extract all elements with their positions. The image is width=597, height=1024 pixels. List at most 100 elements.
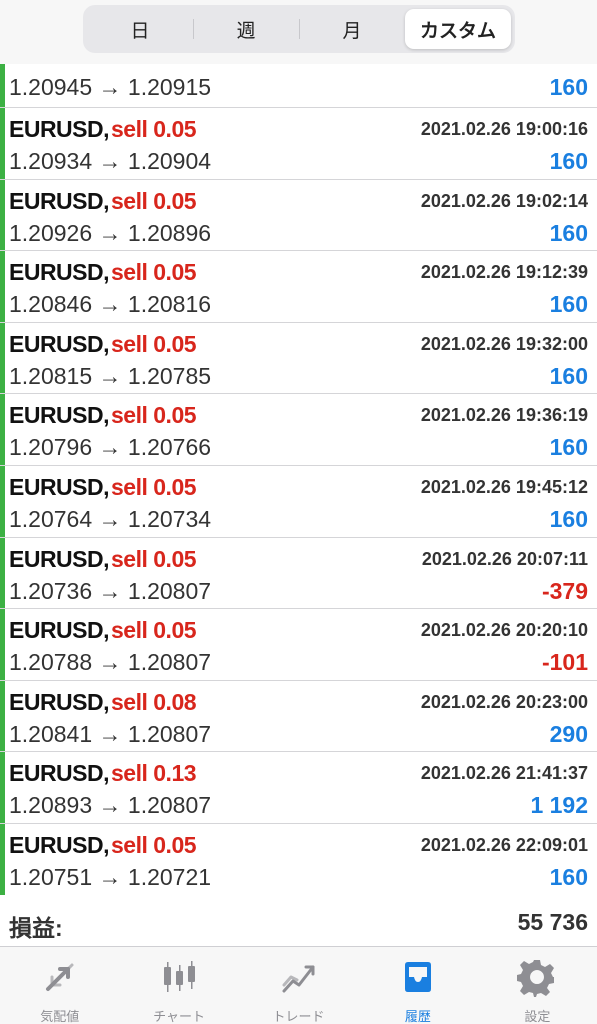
trade-profit: 160 xyxy=(549,291,588,318)
trade-side: sell 0.08 xyxy=(111,688,197,715)
trade-symbol-side: EURUSD,sell 0.05 xyxy=(9,473,197,501)
trade-symbol: EURUSD, xyxy=(9,617,110,644)
trade-symbol-side: EURUSD,sell 0.05 xyxy=(9,187,197,215)
trade-side: sell 0.05 xyxy=(111,402,197,429)
trade-symbol: EURUSD, xyxy=(9,402,110,429)
trade-side: sell 0.05 xyxy=(111,831,197,858)
trade-prices: 1.20841 → 1.20807 xyxy=(9,720,212,747)
trade-row[interactable]: 1.20945 → 1.20915 160 xyxy=(0,64,597,108)
trade-side: sell 0.05 xyxy=(111,187,197,214)
trade-symbol-side: EURUSD,sell 0.05 xyxy=(9,116,197,143)
chart-icon xyxy=(159,957,199,1002)
trade-profit: -101 xyxy=(541,649,588,676)
trade-symbol-side: EURUSD,sell 0.05 xyxy=(9,831,197,859)
trade-row[interactable]: EURUSD,sell 0.08 2021.02.26 20:23:00 1.208… xyxy=(0,680,597,753)
trade-time: 2021.02.26 22:09:01 xyxy=(420,834,588,855)
tab-label: 履歴 xyxy=(404,1009,431,1024)
profit-value: 55 736 xyxy=(517,909,588,935)
trade-icon xyxy=(279,957,319,1002)
tab-quotes[interactable]: 気配値 xyxy=(0,947,119,1024)
period-segmented-control: 日週月カスタム xyxy=(83,5,515,53)
trade-profit: 160 xyxy=(549,74,588,100)
trade-prices: 1.20815 → 1.20785 xyxy=(9,362,212,389)
trade-symbol-side: EURUSD,sell 0.05 xyxy=(9,259,197,286)
trade-row[interactable]: EURUSD,sell 0.05 2021.02.26 20:07:11 1.207… xyxy=(0,537,597,610)
tab-settings[interactable]: 設定 xyxy=(478,947,597,1024)
trade-time: 2021.02.26 19:36:19 xyxy=(420,405,588,426)
trade-profit: 290 xyxy=(549,720,588,747)
settings-icon xyxy=(517,957,557,1002)
trade-row[interactable]: EURUSD,sell 0.05 2021.02.26 19:36:19 1.207… xyxy=(0,394,597,466)
trade-row[interactable]: EURUSD,sell 0.05 2021.02.26 22:09:01 1.207… xyxy=(0,823,597,896)
trade-time: 2021.02.26 20:20:10 xyxy=(420,620,588,641)
trade-prices: 1.20764 → 1.20734 xyxy=(9,505,212,532)
trade-row[interactable]: EURUSD,sell 0.05 2021.02.26 20:20:10 1.207… xyxy=(0,609,597,681)
trade-row[interactable]: EURUSD,sell 0.13 2021.02.26 21:41:37 1.208… xyxy=(0,752,597,824)
trade-symbol: EURUSD, xyxy=(9,116,110,142)
tab-label: トレード xyxy=(272,1009,325,1024)
trade-symbol-side: EURUSD,sell 0.08 xyxy=(9,688,197,716)
trade-time: 2021.02.26 19:45:12 xyxy=(420,476,588,497)
trade-symbol-side: EURUSD,sell 0.05 xyxy=(9,330,197,358)
trade-profit: 160 xyxy=(549,219,588,246)
tab-label: 気配値 xyxy=(40,1009,80,1024)
trade-time: 2021.02.26 20:23:00 xyxy=(420,691,588,712)
trade-profit: 160 xyxy=(549,148,588,174)
trade-row[interactable]: EURUSD,sell 0.05 2021.02.26 19:02:14 1.209… xyxy=(0,179,597,252)
trade-time: 2021.02.26 21:41:37 xyxy=(420,763,588,784)
trade-symbol: EURUSD, xyxy=(9,545,110,572)
trade-prices: 1.20796 → 1.20766 xyxy=(9,434,212,461)
trade-side: sell 0.05 xyxy=(111,330,197,357)
segment-0[interactable]: 日 xyxy=(87,9,193,49)
trade-side: sell 0.05 xyxy=(111,617,197,644)
trade-time: 2021.02.26 19:12:39 xyxy=(420,262,588,283)
trade-profit: 160 xyxy=(549,863,588,890)
trade-symbol-side: EURUSD,sell 0.13 xyxy=(9,760,197,787)
segment-1[interactable]: 週 xyxy=(193,9,299,49)
trade-symbol-side: EURUSD,sell 0.05 xyxy=(9,402,197,429)
period-header: 日週月カスタム xyxy=(0,0,597,64)
trade-time: 2021.02.26 19:00:16 xyxy=(420,119,588,139)
trade-symbol: EURUSD, xyxy=(9,330,110,357)
trade-profit: -379 xyxy=(541,577,588,604)
trade-row[interactable]: EURUSD,sell 0.05 2021.02.26 19:32:00 1.208… xyxy=(0,322,597,395)
tab-trade[interactable]: トレード xyxy=(239,947,358,1024)
segment-3[interactable]: カスタム xyxy=(405,9,511,49)
trade-time: 2021.02.26 19:02:14 xyxy=(420,190,588,211)
trade-row[interactable]: EURUSD,sell 0.05 2021.02.26 19:00:16 1.209… xyxy=(0,108,597,180)
trade-row[interactable]: EURUSD,sell 0.05 2021.02.26 19:12:39 1.208… xyxy=(0,251,597,323)
trade-symbol: EURUSD, xyxy=(9,760,110,787)
trade-prices: 1.20846 → 1.20816 xyxy=(9,291,212,318)
trade-symbol: EURUSD, xyxy=(9,259,110,286)
segment-2[interactable]: 月 xyxy=(299,9,405,49)
trade-profit: 160 xyxy=(549,362,588,389)
trade-symbol: EURUSD, xyxy=(9,831,110,858)
trade-side: sell 0.05 xyxy=(111,116,197,142)
trade-profit: 1 192 xyxy=(530,792,588,819)
trade-symbol: EURUSD, xyxy=(9,187,110,214)
tab-label: 設定 xyxy=(524,1009,551,1024)
trade-symbol-side: EURUSD,sell 0.05 xyxy=(9,545,197,573)
trade-prices: 1.20945 → 1.20915 xyxy=(9,74,212,100)
summary-bar: 損益: 55 736 xyxy=(0,895,597,950)
profit-label: 損益: xyxy=(9,915,63,941)
trade-prices: 1.20893 → 1.20807 xyxy=(9,792,212,819)
tab-history[interactable]: 履歴 xyxy=(358,947,477,1024)
trade-side: sell 0.13 xyxy=(111,760,197,787)
trade-time: 2021.02.26 20:07:11 xyxy=(421,548,588,569)
tab-label: チャート xyxy=(153,1009,206,1024)
quotes-icon xyxy=(40,957,80,1002)
trade-prices: 1.20751 → 1.20721 xyxy=(9,863,212,890)
trade-row[interactable]: EURUSD,sell 0.05 2021.02.26 19:45:12 1.207… xyxy=(0,465,597,538)
trade-time: 2021.02.26 19:32:00 xyxy=(420,333,588,354)
trade-prices: 1.20926 → 1.20896 xyxy=(9,219,212,246)
trade-profit: 160 xyxy=(549,505,588,532)
trade-symbol: EURUSD, xyxy=(9,473,110,500)
trade-prices: 1.20788 → 1.20807 xyxy=(9,649,212,676)
trade-side: sell 0.05 xyxy=(111,545,197,572)
trade-side: sell 0.05 xyxy=(111,259,197,286)
history-icon xyxy=(398,957,438,1002)
trade-side: sell 0.05 xyxy=(111,473,197,500)
trade-history-list[interactable]: 1.20945 → 1.20915 160 EURUSD,sell 0.05 2021… xyxy=(0,64,597,896)
tab-chart[interactable]: チャート xyxy=(119,947,238,1024)
